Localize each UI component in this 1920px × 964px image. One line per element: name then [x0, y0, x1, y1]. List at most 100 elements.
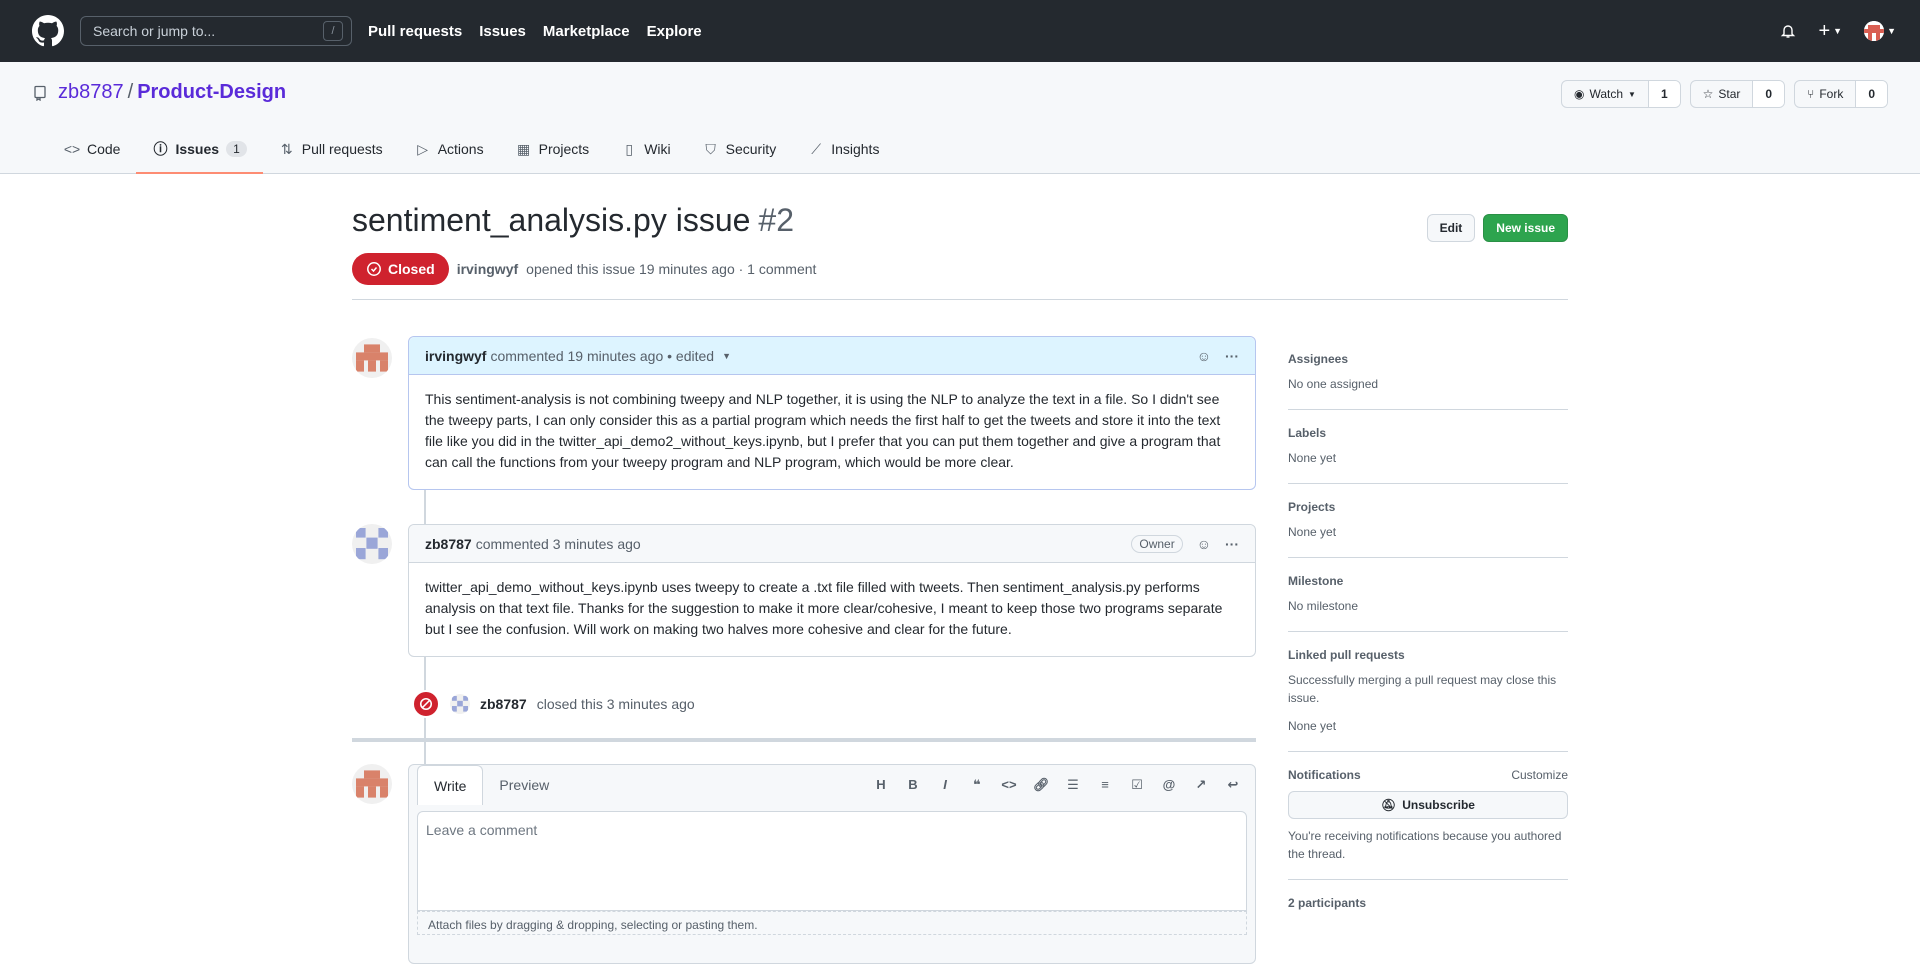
- comment-textarea[interactable]: Leave a comment: [417, 811, 1247, 911]
- sidebar-assignees[interactable]: Assignees No one assigned: [1288, 336, 1568, 410]
- customize-link[interactable]: Customize: [1511, 768, 1568, 782]
- repo-header: zb8787 / Product-Design ◉ Watch ▼ 1 ☆ Star …: [0, 62, 1920, 174]
- issue-main: sentiment_analysis.py issue #2 Edit New …: [352, 202, 1568, 964]
- milestone-heading: Milestone: [1288, 574, 1344, 588]
- sidebar-linked-prs[interactable]: Linked pull requests Successfully mergin…: [1288, 632, 1568, 752]
- bell-slash-icon: 🔕︎: [1381, 798, 1397, 812]
- issue-author-link[interactable]: irvingwyf: [457, 261, 518, 277]
- linked-prs-value: None yet: [1288, 719, 1337, 733]
- page-title: sentiment_analysis.py issue #2: [352, 202, 1568, 239]
- closed-actor-link[interactable]: zb8787: [480, 696, 527, 712]
- mention-icon[interactable]: @: [1161, 777, 1177, 793]
- avatar: [1864, 21, 1885, 41]
- sidebar-notifications: Notifications Customize 🔕︎ Unsubscribe Yo…: [1288, 752, 1568, 880]
- tab-insights[interactable]: ⟋ Insights: [792, 125, 895, 173]
- watch-button[interactable]: ◉ Watch ▼ 1: [1560, 80, 1681, 108]
- nav-issues[interactable]: Issues: [479, 23, 526, 40]
- quote-icon[interactable]: ❝: [969, 777, 985, 793]
- fork-button[interactable]: ⑂ Fork 0: [1794, 80, 1888, 108]
- kebab-horizontal-icon[interactable]: ···: [1225, 348, 1239, 364]
- chevron-down-icon[interactable]: ▼: [722, 351, 731, 361]
- fork-icon: ⑂: [1807, 87, 1815, 101]
- assignees-heading: Assignees: [1288, 352, 1349, 366]
- reply-icon[interactable]: ↩: [1225, 777, 1241, 793]
- repo-icon: [34, 85, 46, 101]
- nav-explore[interactable]: Explore: [647, 23, 702, 40]
- star-button[interactable]: ☆ Star 0: [1689, 80, 1786, 108]
- smiley-icon[interactable]: ☺: [1197, 536, 1211, 552]
- list-unordered-icon[interactable]: ☰: [1065, 777, 1081, 793]
- circle-slash-icon: [412, 690, 440, 718]
- list-ordered-icon[interactable]: ≡: [1097, 777, 1113, 793]
- sidebar-participants: 2 participants: [1288, 880, 1568, 935]
- chevron-down-icon: ▼: [1628, 89, 1636, 99]
- nav-pull-requests[interactable]: Pull requests: [368, 23, 462, 40]
- comment-box: irvingwyf commented 19 minutes ago • edi…: [408, 336, 1256, 490]
- repo-name-link[interactable]: Product-Design: [137, 81, 286, 104]
- comment-author-link[interactable]: zb8787: [425, 536, 472, 552]
- tasklist-icon[interactable]: ☑: [1129, 777, 1145, 793]
- watch-count[interactable]: 1: [1648, 81, 1680, 107]
- owner-badge: Owner: [1131, 534, 1183, 553]
- fork-count[interactable]: 0: [1856, 81, 1887, 107]
- bell-icon[interactable]: [1780, 23, 1796, 39]
- tab-wiki-label: Wiki: [644, 141, 671, 157]
- sidebar-labels[interactable]: Labels None yet: [1288, 410, 1568, 484]
- user-menu[interactable]: ▼: [1864, 21, 1896, 41]
- project-icon: ▦: [516, 140, 531, 157]
- fork-label: Fork: [1819, 87, 1844, 101]
- edit-button[interactable]: Edit: [1426, 214, 1476, 242]
- tab-security[interactable]: ⛉ Security: [687, 125, 793, 173]
- labels-heading: Labels: [1288, 426, 1327, 440]
- nav-marketplace[interactable]: Marketplace: [543, 23, 630, 40]
- tab-write[interactable]: Write: [417, 765, 484, 805]
- link-icon[interactable]: 🔗︎: [1033, 777, 1050, 793]
- avatar: [352, 764, 392, 804]
- issue-closed-icon: [367, 262, 381, 276]
- tab-pull-requests[interactable]: ⇅ Pull requests: [263, 125, 399, 173]
- shield-icon: ⛉: [705, 140, 716, 157]
- kebab-horizontal-icon[interactable]: ···: [1225, 536, 1239, 552]
- avatar[interactable]: [450, 694, 470, 714]
- git-pull-request-icon: ⇅: [280, 140, 293, 157]
- issue-opened-icon: ⓘ: [153, 141, 168, 157]
- attach-files-area[interactable]: Attach files by dragging & dropping, sel…: [417, 911, 1247, 935]
- global-header: Search or jump to... / Pull requests Iss…: [0, 0, 1920, 62]
- tab-code[interactable]: <> Code: [48, 125, 136, 173]
- heading-icon[interactable]: H: [873, 777, 889, 793]
- notifications-heading: Notifications: [1288, 768, 1361, 782]
- search-input[interactable]: Search or jump to... /: [80, 16, 352, 46]
- chevron-down-icon: ▼: [1887, 26, 1896, 36]
- github-logo-icon[interactable]: [32, 15, 64, 47]
- create-new-icon[interactable]: + ▼: [1818, 21, 1842, 41]
- book-icon: ▯: [625, 140, 634, 157]
- smiley-icon[interactable]: ☺: [1197, 348, 1211, 364]
- avatar[interactable]: [352, 524, 392, 564]
- sidebar-milestone[interactable]: Milestone No milestone: [1288, 558, 1568, 632]
- comment-author-link[interactable]: irvingwyf: [425, 348, 486, 364]
- projects-value: None yet: [1288, 525, 1337, 539]
- closed-event: zb8787 closed this 3 minutes ago: [412, 690, 695, 718]
- unsubscribe-label: Unsubscribe: [1402, 798, 1475, 812]
- italic-icon[interactable]: I: [937, 777, 953, 793]
- markdown-toolbar: H B I ❝ <> 🔗︎ ☰ ≡ ☑ @ ↗ ↩: [873, 777, 1241, 793]
- issue-sidebar: Assignees No one assigned Labels None ye…: [1288, 336, 1568, 935]
- star-icon: ☆: [1702, 87, 1714, 101]
- tab-projects[interactable]: ▦ Projects: [500, 125, 606, 173]
- participants-heading: 2 participants: [1288, 896, 1367, 910]
- star-count[interactable]: 0: [1753, 81, 1785, 107]
- bold-icon[interactable]: B: [905, 777, 921, 793]
- tab-preview[interactable]: Preview: [483, 765, 565, 805]
- code-icon[interactable]: <>: [1001, 777, 1017, 793]
- issue-meta-text: opened this issue 19 minutes ago · 1 com…: [526, 261, 817, 277]
- tab-wiki[interactable]: ▯ Wiki: [605, 125, 686, 173]
- tab-actions[interactable]: ▷ Actions: [399, 125, 500, 173]
- tab-code-label: Code: [87, 141, 121, 157]
- cross-reference-icon[interactable]: ↗: [1193, 777, 1209, 793]
- repo-owner-link[interactable]: zb8787: [58, 81, 124, 104]
- new-issue-button[interactable]: New issue: [1483, 214, 1568, 242]
- sidebar-projects[interactable]: Projects None yet: [1288, 484, 1568, 558]
- unsubscribe-button[interactable]: 🔕︎ Unsubscribe: [1288, 791, 1568, 819]
- tab-issues[interactable]: ⓘ Issues 1: [136, 125, 264, 174]
- avatar[interactable]: [352, 338, 392, 378]
